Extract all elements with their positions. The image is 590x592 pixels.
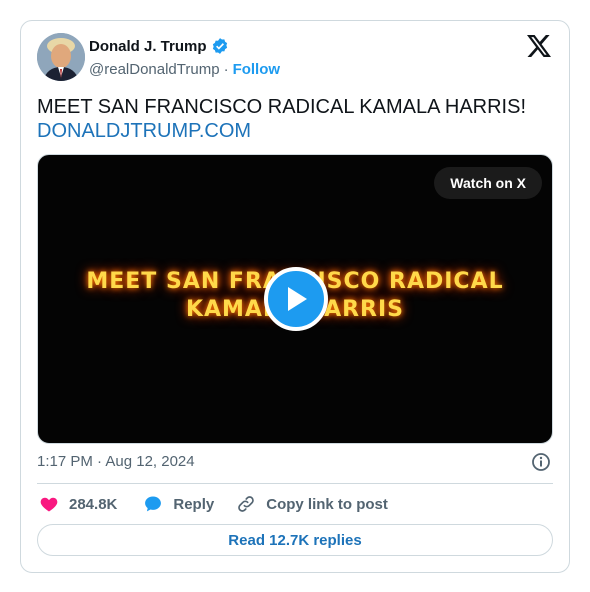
tweet-timestamp[interactable]: 1:17 PM · Aug 12, 2024 [37, 453, 195, 470]
tweet-body: MEET SAN FRANCISCO RADICAL KAMALA HARRIS… [37, 96, 526, 118]
tweet-link[interactable]: DONALDJTRUMP.COM [37, 119, 557, 143]
author-block: Donald J. Trump @realDonaldTrump · Follo… [89, 37, 281, 79]
read-replies-button[interactable]: Read 12.7K replies [37, 524, 553, 556]
action-bar: 284.8K Reply Copy link to post [39, 493, 388, 515]
info-icon[interactable] [531, 452, 551, 472]
x-logo-icon[interactable] [527, 35, 551, 57]
tweet-text: MEET SAN FRANCISCO RADICAL KAMALA HARRIS… [37, 95, 557, 143]
like-button[interactable]: 284.8K [39, 494, 117, 514]
speech-bubble-icon [145, 496, 162, 512]
reply-button[interactable]: Reply [143, 494, 214, 514]
heart-icon [40, 497, 58, 512]
play-icon [288, 287, 307, 311]
video-player[interactable]: Watch on X MEET SAN FRANCISCO RADICAL KA… [37, 154, 553, 444]
reply-label: Reply [173, 495, 215, 513]
divider [37, 483, 553, 484]
handle-separator: · [223, 61, 229, 78]
verified-badge-icon [211, 37, 229, 55]
watch-on-x-button[interactable]: Watch on X [434, 167, 542, 199]
tweet-card: Donald J. Trump @realDonaldTrump · Follo… [20, 20, 570, 573]
play-button[interactable] [264, 267, 328, 331]
link-icon [238, 496, 255, 512]
copy-link-button[interactable]: Copy link to post [236, 494, 388, 514]
author-handle[interactable]: @realDonaldTrump [89, 61, 220, 78]
author-avatar[interactable] [37, 33, 85, 81]
copy-link-label: Copy link to post [266, 495, 388, 513]
like-count: 284.8K [69, 495, 118, 513]
follow-button[interactable]: Follow [233, 61, 281, 78]
author-name[interactable]: Donald J. Trump [89, 38, 207, 55]
